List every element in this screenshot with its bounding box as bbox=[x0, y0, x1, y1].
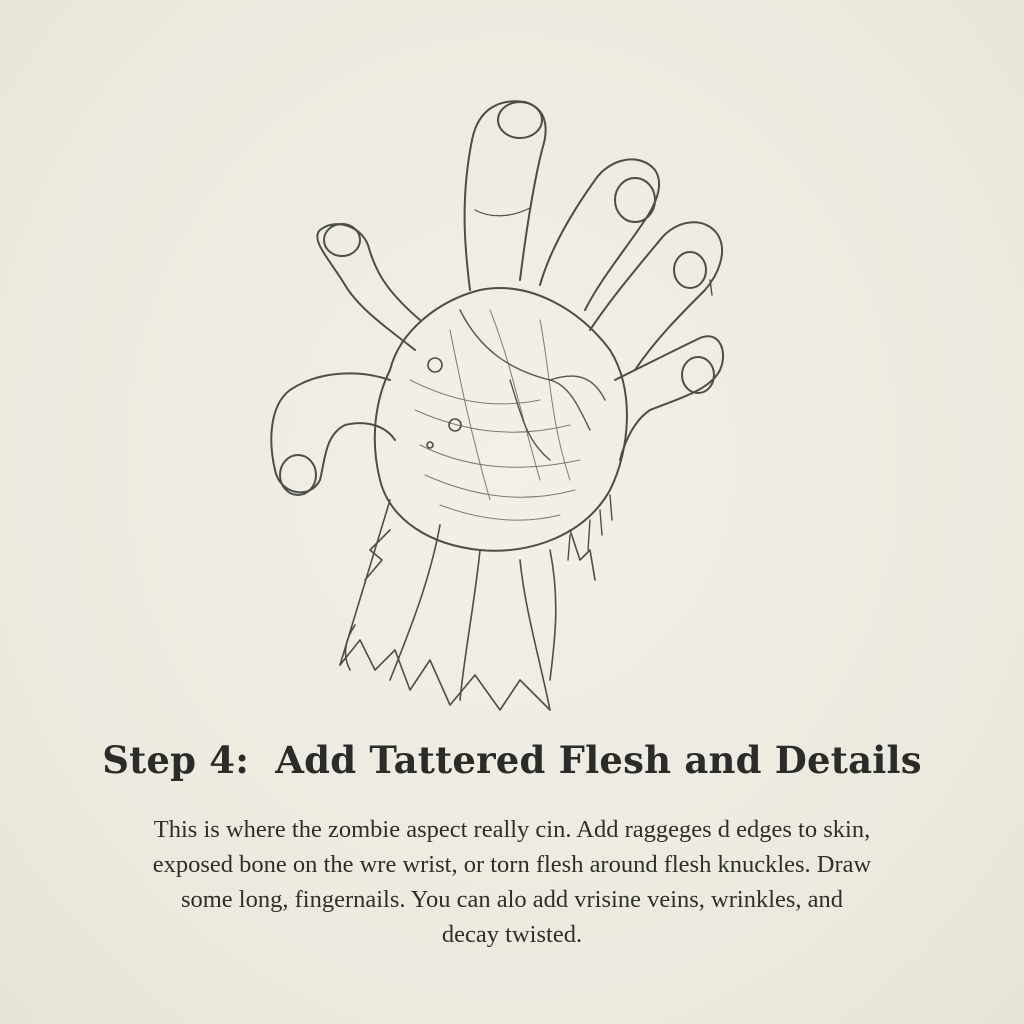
description-line: This is where the zombie aspect really c… bbox=[153, 816, 871, 843]
description-line: some long, fingernails. You can alo add … bbox=[180, 886, 844, 913]
description-line: decay twisted. bbox=[441, 921, 583, 948]
description-line: exposed bone on the wre wrist, or torn f… bbox=[152, 851, 872, 878]
step-description: This is where the zombie aspect really c… bbox=[110, 812, 914, 952]
page-title: Step 4: Add Tattered Flesh and Details bbox=[102, 738, 922, 782]
zombie-hand-sketch-icon bbox=[250, 80, 770, 730]
